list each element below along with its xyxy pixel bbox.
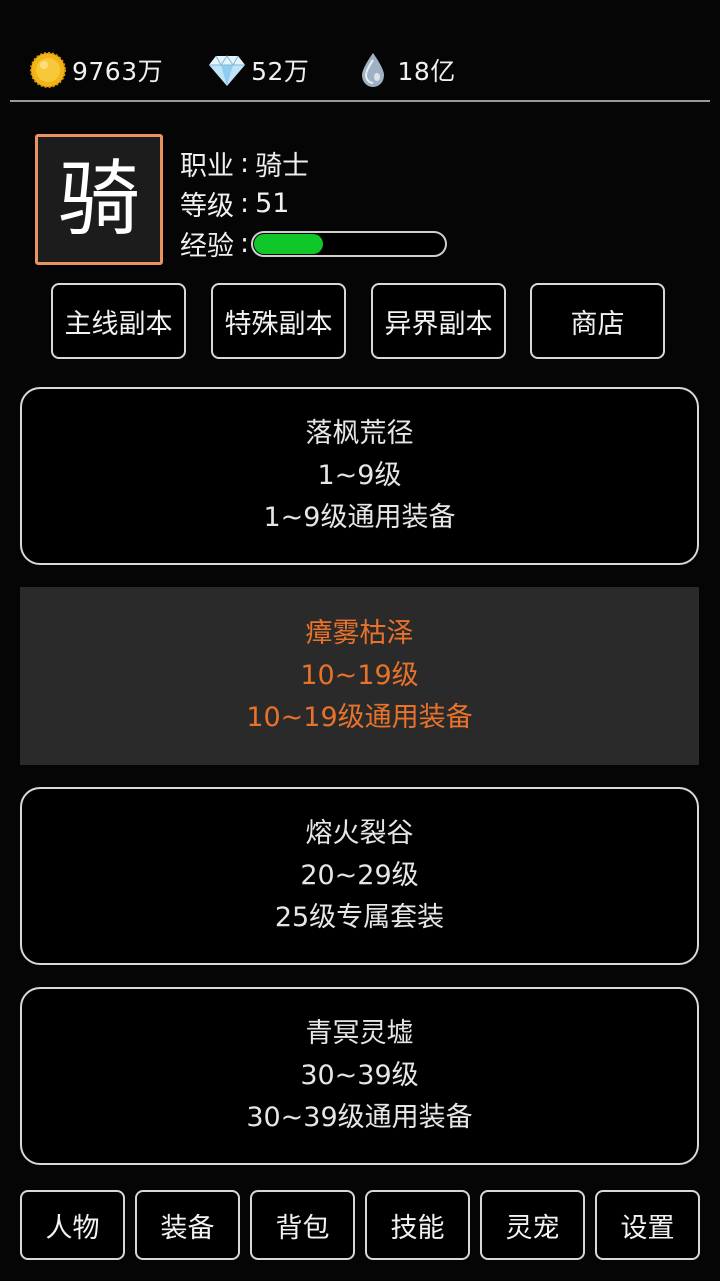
level-row: 等级 : 51 (180, 184, 289, 223)
tab-otherworld-dungeon[interactable]: 异界副本 (371, 283, 506, 359)
dungeon-level: 20~29级 (300, 860, 419, 891)
dungeon-reward: 1~9级通用装备 (263, 502, 456, 533)
gold-currency: 9763万 (28, 50, 163, 90)
exp-separator: : (240, 228, 250, 259)
class-badge: 骑 (35, 134, 163, 265)
dungeon-level: 30~39级 (300, 1060, 419, 1091)
nav-backpack-button[interactable]: 背包 (250, 1190, 355, 1260)
dungeon-reward: 25级专属套装 (274, 902, 445, 933)
nav-equipment-button[interactable]: 装备 (135, 1190, 240, 1260)
dungeon-reward: 30~39级通用装备 (246, 1102, 473, 1133)
dungeon-name: 落枫荒径 (305, 418, 414, 449)
job-separator: : (240, 148, 250, 179)
job-row: 职业 : 骑士 (180, 144, 309, 183)
game-screen: 9763万 52万 18亿 骑 职业: 骑士 等级: 51 经验: 主线副… (0, 0, 720, 1281)
dungeon-name: 瘴雾枯泽 (305, 618, 414, 649)
diamond-currency: 52万 (207, 50, 309, 90)
nav-character-button[interactable]: 人物 (20, 1190, 125, 1260)
tab-main-dungeon[interactable]: 主线副本 (51, 283, 186, 359)
level-separator: : (240, 188, 250, 219)
exp-progress-bar (251, 230, 448, 257)
dungeon-level: 1~9级 (317, 460, 402, 491)
dungeon-card[interactable]: 熔火裂谷 20~29级 25级专属套装 (20, 787, 699, 965)
level-label: 等级 (180, 191, 234, 222)
dungeon-reward: 10~19级通用装备 (246, 702, 473, 733)
nav-pet-button[interactable]: 灵宠 (480, 1190, 585, 1260)
gold-amount: 9763万 (72, 57, 164, 86)
header-divider (10, 100, 710, 102)
essence-currency: 18亿 (353, 50, 455, 90)
gold-coin-icon (28, 50, 68, 90)
dungeon-card[interactable]: 青冥灵墟 30~39级 30~39级通用装备 (20, 987, 699, 1165)
dungeon-card[interactable]: 瘴雾枯泽 10~19级 10~19级通用装备 (20, 587, 699, 765)
diamond-icon (207, 50, 247, 90)
diamond-amount: 52万 (251, 57, 310, 86)
job-value: 骑士 (255, 151, 310, 182)
essence-amount: 18亿 (397, 57, 456, 86)
nav-settings-button[interactable]: 设置 (595, 1190, 700, 1260)
exp-label: 经验 (180, 231, 234, 262)
tab-shop[interactable]: 商店 (530, 283, 665, 359)
dungeon-name: 青冥灵墟 (305, 1018, 414, 1049)
water-drop-icon (353, 50, 393, 90)
level-value: 51 (255, 188, 290, 219)
nav-skills-button[interactable]: 技能 (365, 1190, 470, 1260)
currency-bar: 9763万 52万 18亿 (28, 48, 456, 92)
dungeon-card[interactable]: 落枫荒径 1~9级 1~9级通用装备 (20, 387, 699, 565)
job-label: 职业 (180, 151, 234, 182)
exp-row: 经验 : (180, 224, 448, 263)
tab-special-dungeon[interactable]: 特殊副本 (211, 283, 346, 359)
class-badge-char: 骑 (57, 151, 140, 247)
exp-progress-fill (254, 233, 324, 254)
dungeon-level: 10~19级 (300, 660, 419, 691)
dungeon-name: 熔火裂谷 (305, 818, 414, 849)
